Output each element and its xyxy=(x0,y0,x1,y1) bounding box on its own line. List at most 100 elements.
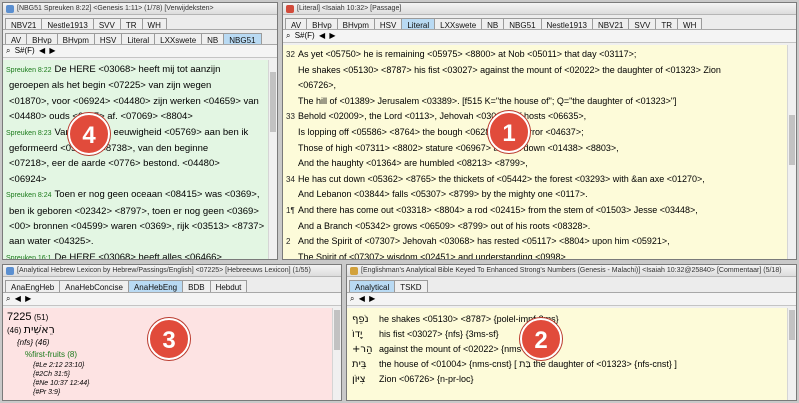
tab-nb[interactable]: NB xyxy=(481,18,505,29)
vertical-scrollbar[interactable] xyxy=(332,308,341,400)
search-icon[interactable]: ⌕ xyxy=(350,293,354,305)
scripture-reference[interactable]: {#Le 2:12 23:10} xyxy=(33,361,330,370)
analytical-row: יָדוֹ his fist <03027> {nfs} {3ms-sf} xyxy=(352,327,785,342)
analytical-gloss: Zion <06726> {n-pr-loc} xyxy=(379,374,474,384)
verse-text: geroepen als het begin <07225> van zijn … xyxy=(9,80,212,92)
forward-icon[interactable]: ▶ xyxy=(25,293,31,305)
hebrew-word[interactable]: יָדוֹ xyxy=(352,327,376,342)
verse-lines: 32 As yet <05750> he is remaining <05975>… xyxy=(286,47,785,259)
tab-av[interactable]: AV xyxy=(285,18,308,29)
tab-svv[interactable]: SVV xyxy=(92,18,121,29)
hebrew-word[interactable]: צִיּוֹן xyxy=(352,372,376,387)
tab-row-2: AV BHvp BHvpm HSV Literal LXXswete NB NBG51 xyxy=(3,30,277,45)
verse-number[interactable]: 2 xyxy=(286,234,298,250)
document-icon xyxy=(6,5,14,13)
vertical-scrollbar[interactable] xyxy=(268,60,277,259)
strongs-toggle[interactable]: S#(F) xyxy=(15,45,35,57)
tab-hsv[interactable]: HSV xyxy=(93,33,123,44)
back-icon[interactable]: ◀ xyxy=(15,293,21,305)
hebrew-word[interactable]: +הַר xyxy=(352,342,376,357)
hebrew-word[interactable]: נֹפֵף xyxy=(352,312,376,327)
verse-text-area: Spreuken 8:22 De HERE <03068> heeft mij t… xyxy=(3,60,277,259)
search-icon[interactable]: ⌕ xyxy=(6,45,10,57)
back-icon[interactable]: ◀ xyxy=(39,45,45,57)
literal-bible-pane: [Literal] <Isaiah 10:32> [Passage] AV BHv… xyxy=(282,2,797,260)
verse-number[interactable]: 1¶ xyxy=(286,203,298,219)
scripture-reference[interactable]: {#Pr 3:9} xyxy=(33,388,330,397)
pane-title-bar: [Literal] <Isaiah 10:32> [Passage] xyxy=(283,3,796,15)
verse-line: He shakes <05130> <8787> his fist <03027… xyxy=(286,63,785,79)
pane-toolbar: ⌕ ◀ ▶ xyxy=(3,293,341,306)
tab-nbv21[interactable]: NBV21 xyxy=(5,18,43,29)
vertical-scrollbar[interactable] xyxy=(787,308,796,400)
tab-literal[interactable]: Literal xyxy=(121,33,156,44)
verse-text: aan water <04325>. xyxy=(9,236,94,248)
back-icon[interactable]: ◀ xyxy=(359,293,365,305)
tab-nbv21[interactable]: NBV21 xyxy=(592,18,630,29)
tab-tr[interactable]: TR xyxy=(119,18,143,29)
forward-icon[interactable]: ▶ xyxy=(329,30,335,42)
tab-lxxswete[interactable]: LXXswete xyxy=(154,33,203,44)
verse-number[interactable]: 32 xyxy=(286,47,298,63)
verse-reference[interactable]: Spreuken 8:22 xyxy=(6,67,52,74)
analytical-gloss: against the mount of <02022> {nms-cnst} xyxy=(379,344,544,354)
tab-literal[interactable]: Literal xyxy=(401,18,436,29)
forward-icon[interactable]: ▶ xyxy=(49,45,55,57)
verse-line: Those of high <07311> <8802> stature <06… xyxy=(286,141,785,157)
tab-nestle1913[interactable]: Nestle1913 xyxy=(540,18,593,29)
tab-hebdut[interactable]: Hebdut xyxy=(209,280,248,292)
document-icon xyxy=(286,5,294,13)
tab-anaengheb[interactable]: AnaEngHeb xyxy=(5,280,61,292)
verse-text: geformeerd <05258> <8738>, van den begin… xyxy=(9,143,209,155)
strongs-toggle[interactable]: S#(F) xyxy=(295,30,315,42)
tab-bhvpm[interactable]: BHvpm xyxy=(336,18,375,29)
scripture-reference[interactable]: {#2Ch 31:5} xyxy=(33,370,330,379)
vertical-scrollbar[interactable] xyxy=(787,45,796,259)
tab-bdb[interactable]: BDB xyxy=(182,280,211,292)
search-icon[interactable]: ⌕ xyxy=(6,293,10,305)
verse-text: Those of high <07311> <8802> stature <06… xyxy=(298,142,619,153)
verse-text-area: 32 As yet <05750> he is remaining <05975>… xyxy=(283,45,796,259)
tab-wh[interactable]: WH xyxy=(141,18,167,29)
verse-line: aan water <04325>. xyxy=(6,234,266,249)
verse-line: <04480> ouds <0227> af. <07069> <8804> xyxy=(6,109,266,124)
tab-hsv[interactable]: HSV xyxy=(373,18,403,29)
tab-nb[interactable]: NB xyxy=(201,33,225,44)
verse-reference[interactable]: Spreuken 8:24 xyxy=(6,192,52,199)
tab-lxxswete[interactable]: LXXswete xyxy=(434,18,483,29)
tab-tskd[interactable]: TSKD xyxy=(394,280,428,292)
verse-reference[interactable]: Spreuken 8:23 xyxy=(6,130,52,137)
search-icon[interactable]: ⌕ xyxy=(286,30,290,42)
verse-line: Is lopping off <05586> <8764> the bough … xyxy=(286,125,785,141)
tab-bhvp[interactable]: BHvp xyxy=(26,33,58,44)
verse-line: geroepen als het begin <07225> van zijn … xyxy=(6,78,266,93)
tab-wh[interactable]: WH xyxy=(677,18,703,29)
tab-bhvpm[interactable]: BHvpm xyxy=(56,33,95,44)
verse-number[interactable]: 33 xyxy=(286,109,298,125)
document-icon xyxy=(350,267,358,275)
verse-line: The hill of <01389> Jerusalem <03389>. [… xyxy=(286,94,785,110)
tab-bhvp[interactable]: BHvp xyxy=(306,18,338,29)
tab-av[interactable]: AV xyxy=(5,33,28,44)
verse-line: <07218>, eer de aarde <0776> bestond. <0… xyxy=(6,156,266,171)
back-icon[interactable]: ◀ xyxy=(319,30,325,42)
tab-anahebconcise[interactable]: AnaHebConcise xyxy=(59,280,129,292)
forward-icon[interactable]: ▶ xyxy=(369,293,375,305)
scripture-reference[interactable]: {#Ne 10:37 12:44} xyxy=(33,379,330,388)
tab-anahebeng[interactable]: AnaHebEng xyxy=(127,280,184,292)
tab-svv[interactable]: SVV xyxy=(628,18,657,29)
badge-1: 1 xyxy=(488,111,530,153)
tab-nestle1913[interactable]: Nestle1913 xyxy=(41,18,94,29)
tab-tr[interactable]: TR xyxy=(655,18,679,29)
tab-nbg51[interactable]: NBG51 xyxy=(503,18,542,29)
pane-title-bar: [Analytical Hebrew Lexicon by Hebrew/Pas… xyxy=(3,265,341,277)
badge-4: 4 xyxy=(68,113,110,155)
tab-analytical[interactable]: Analytical xyxy=(349,280,396,292)
verse-reference[interactable]: Spreuken 16:1 xyxy=(6,255,52,259)
analytical-text-area: נֹפֵף he shakes <05130> <8787> {polel-imp… xyxy=(347,308,796,400)
verse-number[interactable]: 34 xyxy=(286,172,298,188)
verse-line: Spreuken 8:23 Van <04480> eeuwigheid <057… xyxy=(6,125,266,141)
hebrew-word[interactable]: בֵּית xyxy=(352,357,376,372)
pane-title: [Englishman's Analytical Bible Keyed To … xyxy=(361,267,782,274)
tab-nbg51[interactable]: NBG51 xyxy=(223,33,262,44)
